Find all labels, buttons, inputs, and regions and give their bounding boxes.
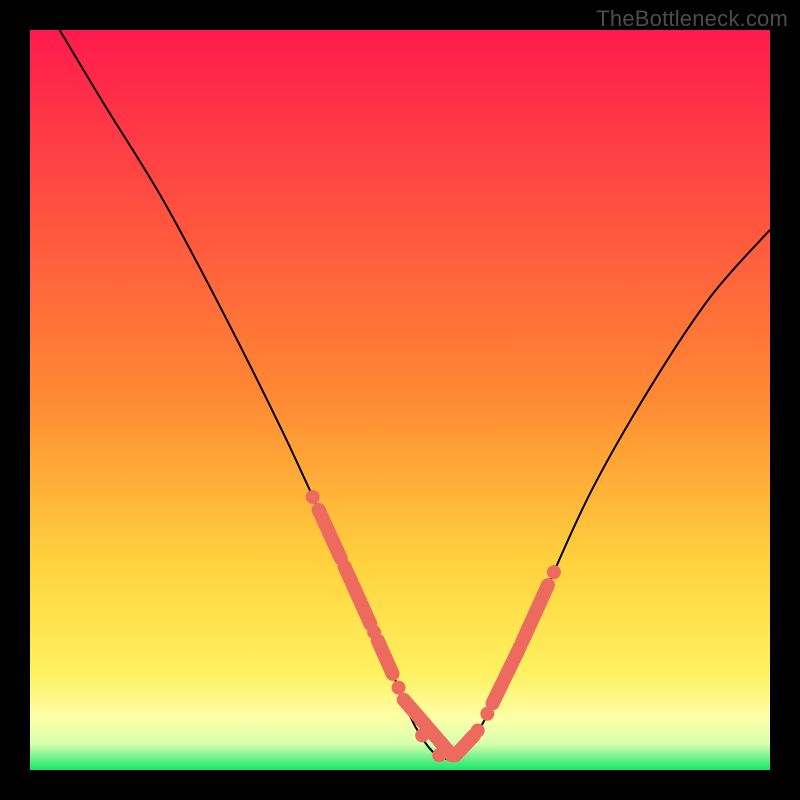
highlight-segment bbox=[319, 510, 341, 559]
highlight-point bbox=[432, 748, 446, 762]
highlight-segment bbox=[345, 567, 371, 624]
chart-overlay-svg bbox=[30, 30, 770, 770]
highlight-point bbox=[446, 748, 460, 762]
highlight-segment bbox=[378, 641, 393, 674]
highlight-segment bbox=[522, 585, 548, 642]
highlight-point bbox=[480, 707, 494, 721]
highlight-segment bbox=[493, 650, 519, 703]
highlight-segments-group bbox=[319, 510, 548, 755]
highlight-point bbox=[547, 565, 561, 579]
watermark-text: TheBottleneck.com bbox=[596, 6, 788, 32]
highlight-point bbox=[306, 490, 320, 504]
highlight-point bbox=[471, 724, 485, 738]
bottleneck-curve bbox=[60, 30, 770, 759]
highlight-point bbox=[392, 681, 406, 695]
highlight-point bbox=[367, 625, 381, 639]
highlight-point bbox=[415, 728, 429, 742]
chart-frame bbox=[30, 30, 770, 770]
highlight-point bbox=[513, 640, 527, 654]
